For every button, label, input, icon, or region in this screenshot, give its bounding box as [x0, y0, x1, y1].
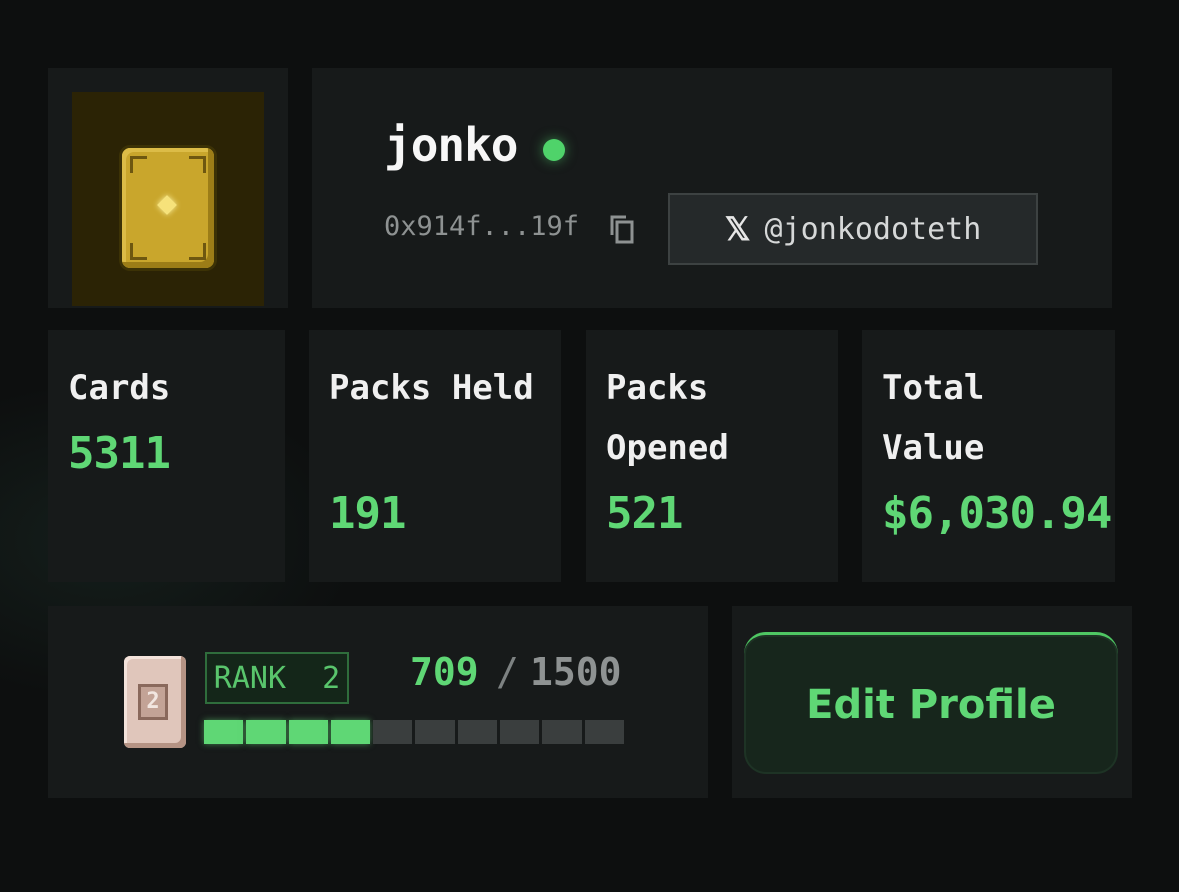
avatar[interactable]	[72, 92, 264, 306]
profile-header: jonko 0x914f...19f 𝕏 @jonkodoteth	[312, 68, 1112, 308]
xp-bar-segment	[204, 720, 244, 744]
stat-value: 521	[606, 488, 683, 539]
twitter-handle: @jonkodoteth	[764, 211, 982, 247]
xp-bar-segment	[457, 720, 498, 744]
stat-total-value: Total Value $6,030.94	[862, 330, 1115, 582]
xp-bar-segment	[373, 720, 413, 744]
stat-cards: Cards 5311	[48, 330, 285, 582]
xp-bar-segment	[330, 720, 371, 744]
rank-panel: 2 RANK 2 709 / 1500	[48, 606, 708, 798]
gold-card-icon	[122, 148, 214, 268]
stat-packs-opened: Packs Opened 521	[586, 330, 838, 582]
xp-progress-bar	[204, 720, 624, 744]
stat-label: Packs Opened	[606, 368, 729, 468]
stat-label: Total Value	[882, 368, 985, 468]
wallet-address: 0x914f...19f	[384, 211, 580, 242]
xp-bar-segment	[415, 720, 455, 744]
copy-icon[interactable]	[608, 213, 636, 245]
stat-value: 191	[329, 488, 406, 539]
x-logo-icon: 𝕏	[724, 210, 751, 248]
rank-badge-number: 2	[146, 689, 160, 714]
edit-profile-button[interactable]: Edit Profile	[744, 632, 1118, 774]
twitter-link-button[interactable]: 𝕏 @jonkodoteth	[668, 193, 1038, 265]
gem-icon	[157, 195, 177, 215]
xp-max: 1500	[530, 650, 622, 694]
rank-label: RANK 2	[213, 660, 341, 696]
xp-bar-segment	[542, 720, 582, 744]
stat-label: Cards	[68, 368, 171, 408]
stat-label: Packs Held	[329, 368, 534, 408]
xp-current: 709	[410, 650, 479, 694]
stat-value: $6,030.94	[882, 488, 1112, 539]
online-status-icon	[543, 139, 565, 161]
xp-bar-segment	[288, 720, 328, 744]
xp-bar-segment	[246, 720, 286, 744]
rank-label-box: RANK 2	[205, 652, 349, 704]
rank-badge-icon: 2	[124, 656, 186, 748]
xp-bar-segment	[584, 720, 624, 744]
stat-value: 5311	[68, 428, 171, 479]
xp-separator: /	[496, 650, 519, 694]
edit-profile-panel: Edit Profile	[732, 606, 1132, 798]
avatar-panel	[48, 68, 288, 308]
stat-packs-held: Packs Held 191	[309, 330, 561, 582]
xp-bar-segment	[500, 720, 540, 744]
username: jonko	[384, 118, 518, 172]
